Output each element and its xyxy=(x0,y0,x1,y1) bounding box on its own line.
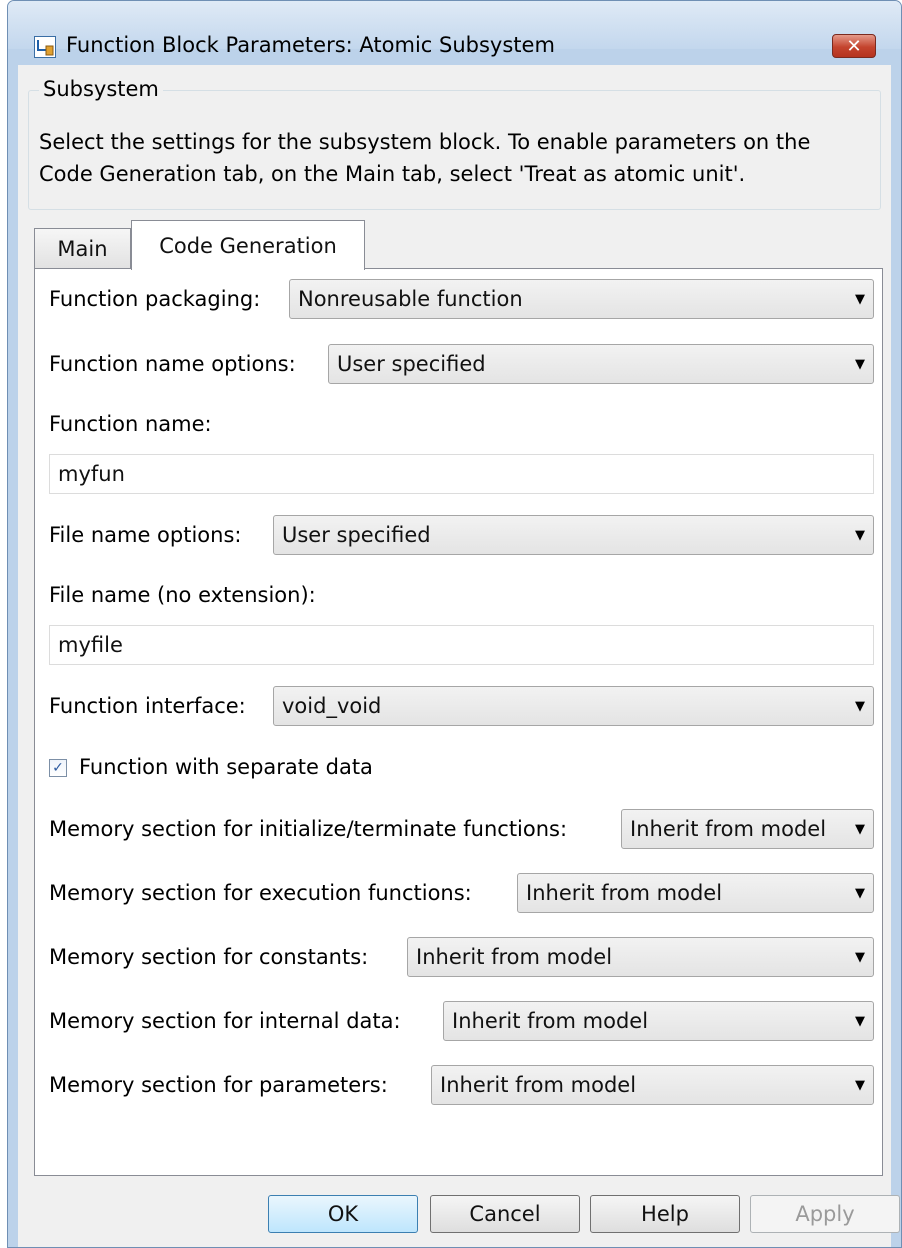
groupbox-legend: Subsystem xyxy=(39,77,163,101)
function-name-label: Function name: xyxy=(49,412,212,436)
function-packaging-label: Function packaging: xyxy=(49,287,261,311)
chevron-down-icon: ▼ xyxy=(855,698,865,714)
separate-data-label: Function with separate data xyxy=(79,755,373,779)
ok-button-label: OK xyxy=(327,1202,359,1226)
mem-parameters-label: Memory section for parameters: xyxy=(49,1073,388,1097)
tab-main-label: Main xyxy=(57,236,108,261)
code-generation-panel: Function packaging: Nonreusable function… xyxy=(34,268,883,1176)
mem-internal-value: Inherit from model xyxy=(452,1009,649,1033)
tab-code-generation-label: Code Generation xyxy=(159,233,337,258)
mem-init-term-label: Memory section for initialize/terminate … xyxy=(49,817,568,841)
mem-internal-label: Memory section for internal data: xyxy=(49,1009,401,1033)
function-name-options-label: Function name options: xyxy=(49,352,296,376)
mem-parameters-value: Inherit from model xyxy=(440,1073,637,1097)
dialog-client-area: Subsystem Select the settings for the su… xyxy=(18,65,900,1247)
file-name-options-value: User specified xyxy=(282,523,431,547)
close-button[interactable]: ✕ xyxy=(832,34,876,58)
close-icon: ✕ xyxy=(846,35,862,57)
function-name-field[interactable]: myfun xyxy=(49,454,874,494)
separate-data-checkbox[interactable]: ✓ xyxy=(49,759,67,777)
file-name-options-select[interactable]: User specified ▼ xyxy=(273,515,874,555)
window-title: Function Block Parameters: Atomic Subsys… xyxy=(66,33,555,57)
function-interface-label: Function interface: xyxy=(49,694,246,718)
cancel-button-label: Cancel xyxy=(469,1202,541,1226)
subsystem-groupbox: Subsystem Select the settings for the su… xyxy=(28,77,881,210)
chevron-down-icon: ▼ xyxy=(855,527,865,543)
chevron-down-icon: ▼ xyxy=(855,885,865,901)
mem-execution-value: Inherit from model xyxy=(526,881,723,905)
mem-constants-label: Memory section for constants: xyxy=(49,945,369,969)
function-name-value: myfun xyxy=(58,462,125,486)
mem-constants-value: Inherit from model xyxy=(416,945,613,969)
apply-button-label: Apply xyxy=(795,1202,855,1226)
chevron-down-icon: ▼ xyxy=(855,356,865,372)
mem-execution-select[interactable]: Inherit from model ▼ xyxy=(517,873,874,913)
tab-code-generation[interactable]: Code Generation xyxy=(131,220,365,270)
file-name-field[interactable]: myfile xyxy=(49,625,874,665)
function-interface-value: void_void xyxy=(282,694,382,718)
cancel-button[interactable]: Cancel xyxy=(430,1195,580,1233)
chevron-down-icon: ▼ xyxy=(855,1077,865,1093)
chevron-down-icon: ▼ xyxy=(855,821,865,837)
chevron-down-icon: ▼ xyxy=(855,291,865,307)
function-packaging-select[interactable]: Nonreusable function ▼ xyxy=(289,279,874,319)
help-button-label: Help xyxy=(641,1202,689,1226)
function-name-options-select[interactable]: User specified ▼ xyxy=(328,344,874,384)
mem-execution-label: Memory section for execution functions: xyxy=(49,881,472,905)
mem-parameters-select[interactable]: Inherit from model ▼ xyxy=(431,1065,874,1105)
title-bar[interactable]: Function Block Parameters: Atomic Subsys… xyxy=(8,1,901,58)
checkmark-icon: ✓ xyxy=(52,760,64,776)
function-packaging-value: Nonreusable function xyxy=(298,287,523,311)
chevron-down-icon: ▼ xyxy=(855,949,865,965)
groupbox-description: Select the settings for the subsystem bl… xyxy=(39,130,811,186)
ok-button[interactable]: OK xyxy=(268,1195,418,1233)
tab-main[interactable]: Main xyxy=(34,228,131,268)
mem-init-term-select[interactable]: Inherit from model ▼ xyxy=(621,809,874,849)
mem-constants-select[interactable]: Inherit from model ▼ xyxy=(407,937,874,977)
apply-button[interactable]: Apply xyxy=(750,1195,900,1233)
file-name-label: File name (no extension): xyxy=(49,583,316,607)
function-interface-select[interactable]: void_void ▼ xyxy=(273,686,874,726)
chevron-down-icon: ▼ xyxy=(855,1013,865,1029)
dialog-window: Function Block Parameters: Atomic Subsys… xyxy=(7,0,902,1248)
mem-internal-select[interactable]: Inherit from model ▼ xyxy=(443,1001,874,1041)
file-name-value: myfile xyxy=(58,633,123,657)
function-name-options-value: User specified xyxy=(337,352,486,376)
file-name-options-label: File name options: xyxy=(49,523,242,547)
simulink-block-icon xyxy=(34,36,56,58)
mem-init-term-value: Inherit from model xyxy=(630,817,827,841)
help-button[interactable]: Help xyxy=(590,1195,740,1233)
